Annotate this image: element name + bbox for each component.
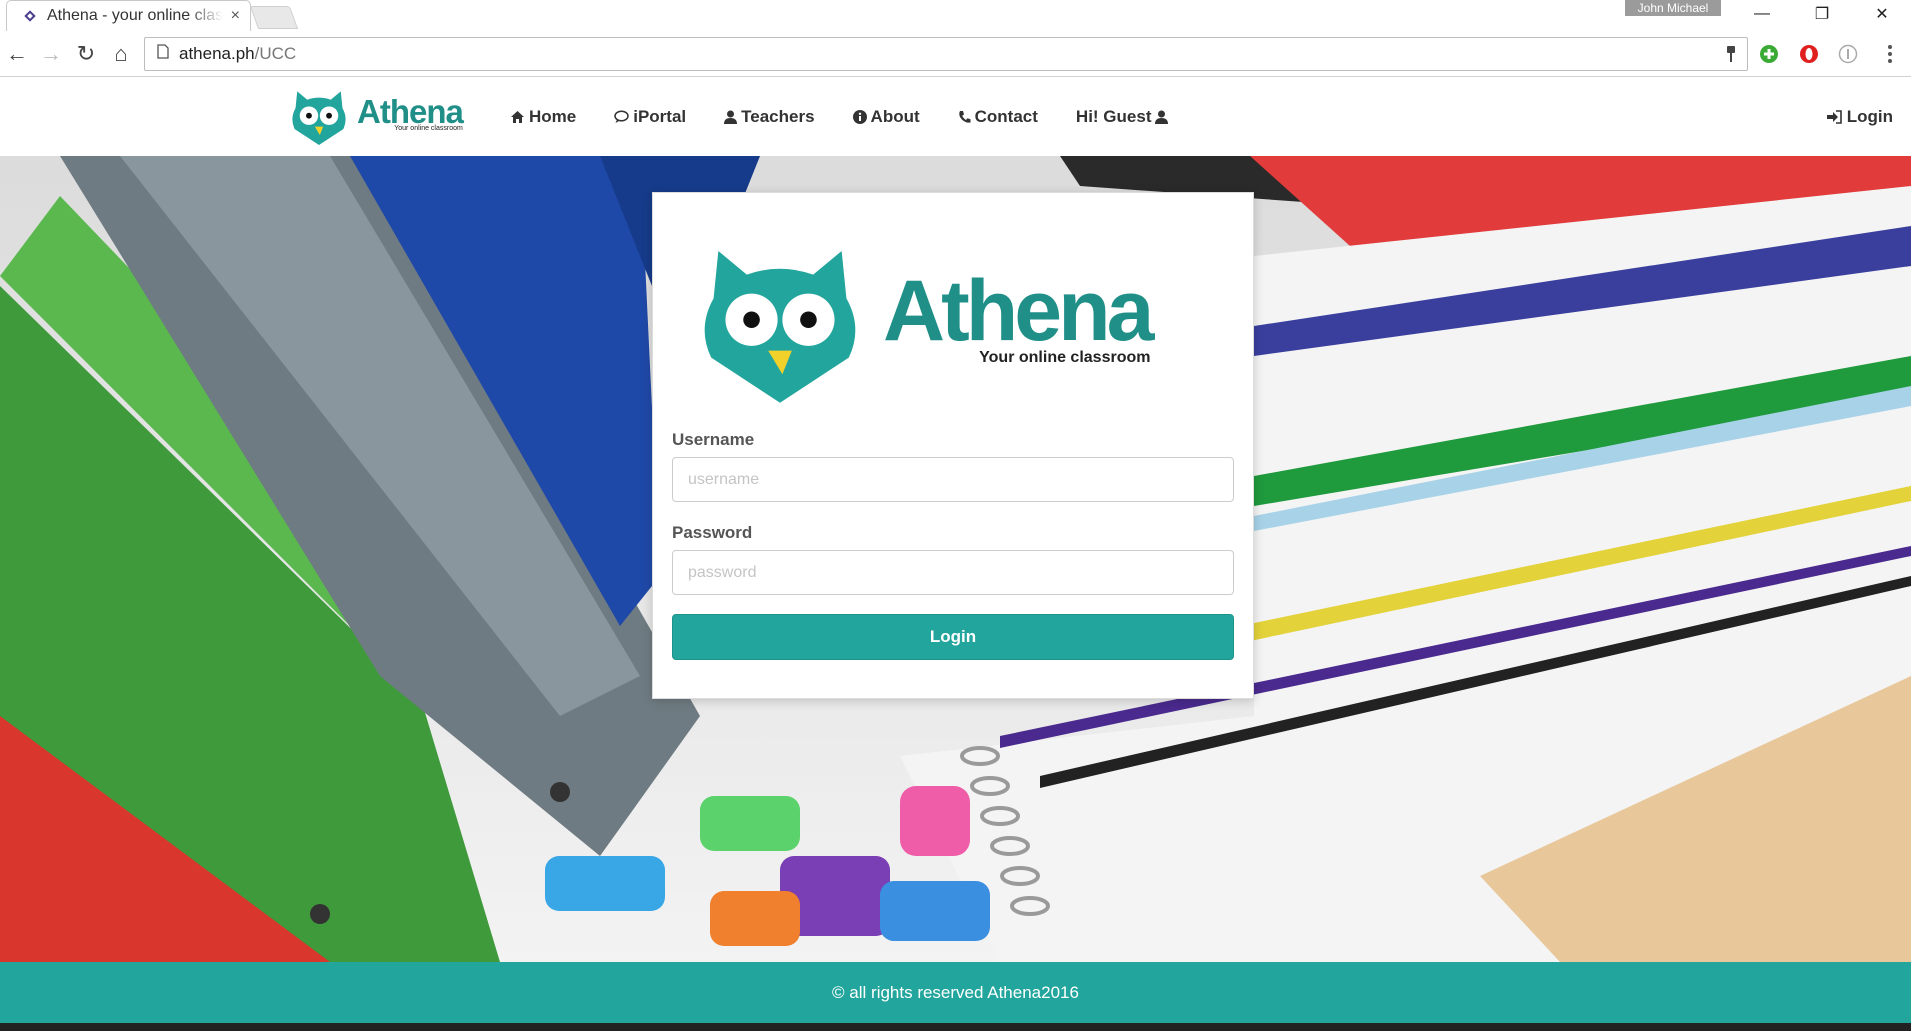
add-extension-icon[interactable]: [1757, 42, 1781, 66]
footer-copyright: © all rights reserved Athena2016: [832, 982, 1079, 1002]
brand-logo[interactable]: Athena Your online classroom: [289, 83, 464, 145]
extension-icon[interactable]: [1836, 42, 1860, 66]
user-icon: [1155, 110, 1169, 124]
close-window-icon[interactable]: ✕: [1853, 0, 1911, 28]
reload-icon[interactable]: ↻: [73, 41, 99, 67]
password-label: Password: [672, 523, 753, 542]
nav-guest-label: Hi! Guest: [1075, 106, 1152, 126]
phone-icon: [958, 110, 971, 124]
header-login-label: Login: [1846, 106, 1893, 126]
login-button[interactable]: Login: [672, 614, 1234, 660]
nav-about[interactable]: About: [852, 106, 920, 127]
back-icon[interactable]: ←: [4, 41, 30, 67]
login-card: Athena Your online classroom Username Pa…: [652, 192, 1254, 699]
menu-icon[interactable]: [1878, 42, 1902, 66]
username-label: Username: [672, 430, 755, 449]
nav-contact[interactable]: Contact: [958, 107, 1038, 127]
address-bar[interactable]: athena.ph/UCC: [144, 37, 1748, 71]
home-icon: [510, 110, 525, 124]
owl-logo-icon: [704, 250, 856, 403]
profile-button[interactable]: John Michael: [1625, 0, 1721, 16]
site-header: Athena Your online classroom Home iPorta…: [0, 77, 1911, 156]
home-icon[interactable]: ⌂: [108, 41, 134, 67]
owl-logo-icon: [292, 91, 346, 145]
card-logo: Athena Your online classroom: [697, 227, 1154, 403]
header-login-link[interactable]: Login: [1826, 77, 1893, 156]
url-path: /UCC: [254, 44, 297, 63]
sign-in-icon: [1826, 109, 1842, 124]
main-nav: Home iPortal Teachers About Contact Hi! …: [510, 77, 1206, 156]
bottom-strip: [0, 1023, 1911, 1031]
username-input[interactable]: [672, 457, 1234, 502]
nav-guest[interactable]: Hi! Guest: [1076, 107, 1169, 127]
user-icon: [724, 110, 738, 124]
url-text: athena.ph/UCC: [179, 44, 296, 64]
favicon-icon: [21, 7, 39, 25]
tab-close-icon[interactable]: ×: [231, 7, 240, 25]
key-icon[interactable]: [1725, 45, 1737, 68]
url-host: athena.ph: [179, 44, 255, 63]
nav-iportal-label: iPortal: [633, 106, 687, 126]
nav-about-label: About: [870, 106, 920, 126]
browser-toolbar: ← → ↻ ⌂ athena.ph/UCC: [0, 31, 1911, 77]
nav-home-label: Home: [529, 106, 577, 126]
browser-tab-bar: Athena - your online classroom × John Mi…: [0, 0, 1911, 31]
restore-icon[interactable]: ❐: [1793, 0, 1851, 28]
minimize-icon[interactable]: —: [1733, 0, 1791, 28]
nav-iportal[interactable]: iPortal: [614, 107, 686, 127]
browser-tab[interactable]: Athena - your online classroom ×: [6, 0, 251, 31]
forward-icon[interactable]: →: [38, 41, 64, 67]
info-icon: [852, 109, 867, 124]
opera-icon[interactable]: [1797, 42, 1821, 66]
page-info-icon[interactable]: [157, 44, 169, 64]
nav-teachers[interactable]: Teachers: [724, 106, 815, 127]
password-input[interactable]: [672, 550, 1234, 595]
tab-title: Athena - your online classroom: [47, 7, 223, 24]
comment-icon: [614, 109, 629, 124]
site-footer: © all rights reserved Athena2016: [0, 962, 1911, 1023]
nav-contact-label: Contact: [974, 106, 1038, 126]
nav-home[interactable]: Home: [510, 107, 576, 127]
nav-teachers-label: Teachers: [741, 106, 815, 126]
brand-name: Athena: [357, 93, 464, 130]
new-tab-button[interactable]: [249, 6, 299, 29]
card-logo-name: Athena: [883, 263, 1154, 359]
